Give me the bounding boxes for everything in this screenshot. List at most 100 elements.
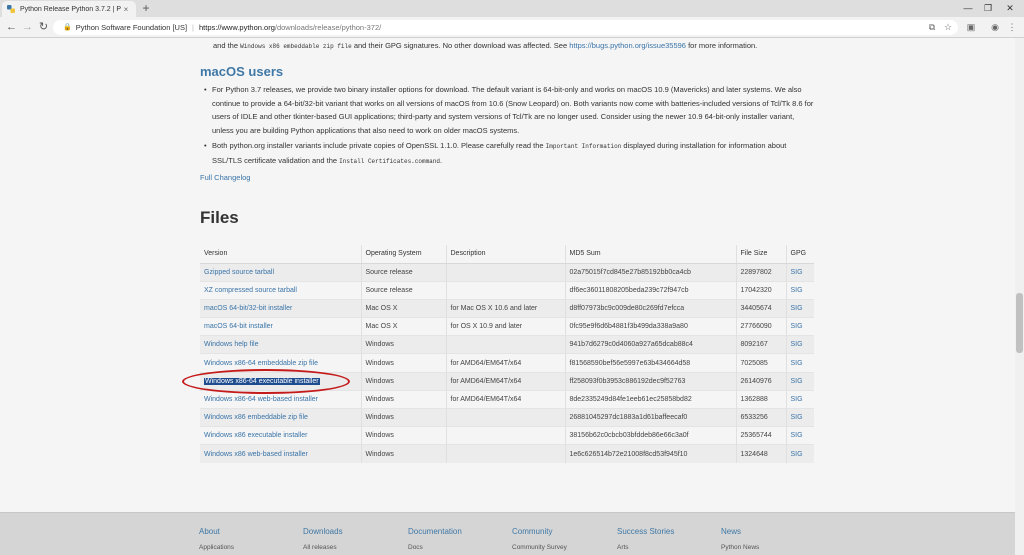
os-cell: Windows xyxy=(360,353,446,373)
footer-heading[interactable]: Documentation xyxy=(408,527,462,536)
download-link[interactable]: Windows x86 executable installer xyxy=(204,432,308,439)
download-link[interactable]: macOS 64-bit/32-bit installer xyxy=(204,305,292,312)
download-link[interactable]: macOS 64-bit installer xyxy=(204,323,273,330)
download-link[interactable]: XZ compressed source tarball xyxy=(204,287,297,294)
gpg-sig-link[interactable]: SIG xyxy=(791,414,803,421)
footer-column: Downloads All releases xyxy=(303,527,343,551)
footer-heading[interactable]: News xyxy=(721,527,759,536)
os-cell: Windows xyxy=(360,444,446,464)
macos-heading: macOS users xyxy=(200,64,284,79)
gpg-sig-link[interactable]: SIG xyxy=(791,323,803,330)
address-bar[interactable]: 🔒 Python Software Foundation [US] | http… xyxy=(53,20,958,35)
table-row: Windows x86 web-based installer Windows 1e… xyxy=(200,444,814,464)
os-cell: Mac OS X xyxy=(360,317,446,336)
reload-icon[interactable]: ↻ xyxy=(37,21,50,34)
gpg-sig-link[interactable]: SIG xyxy=(791,269,803,276)
column-header-file-size: File Size xyxy=(735,245,786,264)
extension-icon[interactable]: ▣ xyxy=(965,21,977,33)
md5-cell: 02a75015f7cd845e27b85192bb0ca4cb xyxy=(564,262,736,282)
column-header-os: Operating System xyxy=(360,245,446,264)
md5-cell: 941b7d6279c0d4060a927a65dcab88c4 xyxy=(564,335,736,354)
note-suffix: for more information. xyxy=(685,41,758,50)
url-separator: | xyxy=(192,23,194,32)
description-cell: for Mac OS X 10.6 and later xyxy=(445,298,565,318)
footer-heading[interactable]: Success Stories xyxy=(617,527,674,536)
os-cell: Windows xyxy=(360,426,446,445)
download-link[interactable]: Windows x86-64 web-based installer xyxy=(204,396,318,403)
scrollbar-thumb[interactable] xyxy=(1016,293,1023,353)
footer-heading[interactable]: Downloads xyxy=(303,527,343,536)
menu-icon[interactable]: ⋮ xyxy=(1006,21,1018,33)
files-table: Version Operating System Description MD5… xyxy=(200,245,814,464)
gpg-sig-link[interactable]: SIG xyxy=(791,451,803,458)
gpg-sig-link[interactable]: SIG xyxy=(791,305,803,312)
table-header-row: Version Operating System Description MD5… xyxy=(200,245,814,264)
note-middle: and their GPG signatures. No other downl… xyxy=(351,41,570,50)
forward-arrow-icon[interactable]: → xyxy=(21,21,34,34)
footer-link[interactable]: All releases xyxy=(303,544,343,551)
browser-toolbar: ← → ↻ 🔒 Python Software Foundation [US] … xyxy=(0,17,1024,38)
column-header-gpg: GPG xyxy=(785,245,814,264)
md5-cell: 8de2335249d84fe1eeb61ec25858bd82 xyxy=(564,389,736,409)
bullet-text: . xyxy=(439,155,443,165)
gpg-sig-link[interactable]: SIG xyxy=(791,341,803,348)
footer-link[interactable]: Arts xyxy=(617,544,674,551)
download-link[interactable]: Gzipped source tarball xyxy=(204,269,274,276)
files-heading: Files xyxy=(200,208,239,227)
vertical-scrollbar[interactable] xyxy=(1015,38,1024,555)
download-link[interactable]: Windows x86 web-based installer xyxy=(204,451,308,458)
footer-heading[interactable]: About xyxy=(199,527,234,536)
md5-cell: df6ec36011808205beda239c72f947cb xyxy=(564,280,736,300)
gpg-sig-link[interactable]: SIG xyxy=(791,378,803,385)
footer-heading[interactable]: Community xyxy=(512,527,567,536)
size-cell: 8092167 xyxy=(735,335,786,354)
download-link[interactable]: Windows x86 embeddable zip file xyxy=(204,414,308,421)
footer-link[interactable]: Docs xyxy=(408,544,462,551)
md5-cell: 38156b62c0cbcb03bfddeb86e66c3a0f xyxy=(564,426,736,445)
download-link[interactable]: Windows x86-64 embeddable zip file xyxy=(204,360,318,367)
description-cell xyxy=(445,335,565,354)
macos-bullets: For Python 3.7 releases, we provide two … xyxy=(204,83,814,170)
os-cell: Source release xyxy=(360,262,446,282)
translate-icon[interactable]: ⧉ xyxy=(926,21,938,33)
tab-close-icon[interactable]: × xyxy=(121,5,131,14)
size-cell: 1324648 xyxy=(735,444,786,464)
column-header-description: Description xyxy=(445,245,565,264)
profile-icon[interactable]: ◉ xyxy=(989,21,1001,33)
url-host: https://www.python.org xyxy=(199,23,275,32)
tab-strip: Python Release Python 3.7.2 | Py × + — ❐… xyxy=(0,0,1024,17)
footer-link[interactable]: Applications xyxy=(199,544,234,551)
footer-link[interactable]: Community Survey xyxy=(512,544,567,551)
table-row: XZ compressed source tarball Source relea… xyxy=(200,280,814,300)
table-row: macOS 64-bit/32-bit installer Mac OS Xfor… xyxy=(200,298,814,318)
gpg-sig-link[interactable]: SIG xyxy=(791,432,803,439)
gpg-sig-link[interactable]: SIG xyxy=(791,396,803,403)
footer-column: Success Stories Arts xyxy=(617,527,674,551)
bookmark-star-icon[interactable]: ☆ xyxy=(942,21,954,33)
size-cell: 6533256 xyxy=(735,407,786,427)
column-header-md5: MD5 Sum xyxy=(564,245,736,264)
close-window-button[interactable]: ✕ xyxy=(996,0,1024,17)
description-cell: for AMD64/EM64T/x64 xyxy=(445,353,565,373)
back-arrow-icon[interactable]: ← xyxy=(5,21,18,34)
description-cell xyxy=(445,444,565,464)
download-link[interactable]: Windows help file xyxy=(204,341,258,348)
footer-link[interactable]: Python News xyxy=(721,544,759,551)
md5-cell: 1e6c626514b72e21008f8cd53f945f10 xyxy=(564,444,736,464)
bug-tracker-link[interactable]: https://bugs.python.org/issue35596 xyxy=(569,41,686,50)
description-cell xyxy=(445,407,565,427)
description-cell xyxy=(445,280,565,300)
footer-column: About Applications xyxy=(199,527,234,551)
size-cell: 7025085 xyxy=(735,353,786,373)
gpg-sig-link[interactable]: SIG xyxy=(791,360,803,367)
size-cell: 1362888 xyxy=(735,389,786,409)
new-tab-button[interactable]: + xyxy=(140,2,152,14)
gpg-sig-link[interactable]: SIG xyxy=(791,287,803,294)
description-cell: for AMD64/EM64T/x64 xyxy=(445,389,565,409)
python-favicon-icon xyxy=(7,5,15,13)
bullet-text: Both python.org installer variants inclu… xyxy=(212,141,546,150)
full-changelog-link[interactable]: Full Changelog xyxy=(200,173,250,182)
size-cell: 34405674 xyxy=(735,298,786,318)
browser-tab[interactable]: Python Release Python 3.7.2 | Py × xyxy=(2,1,136,17)
description-cell xyxy=(445,426,565,445)
